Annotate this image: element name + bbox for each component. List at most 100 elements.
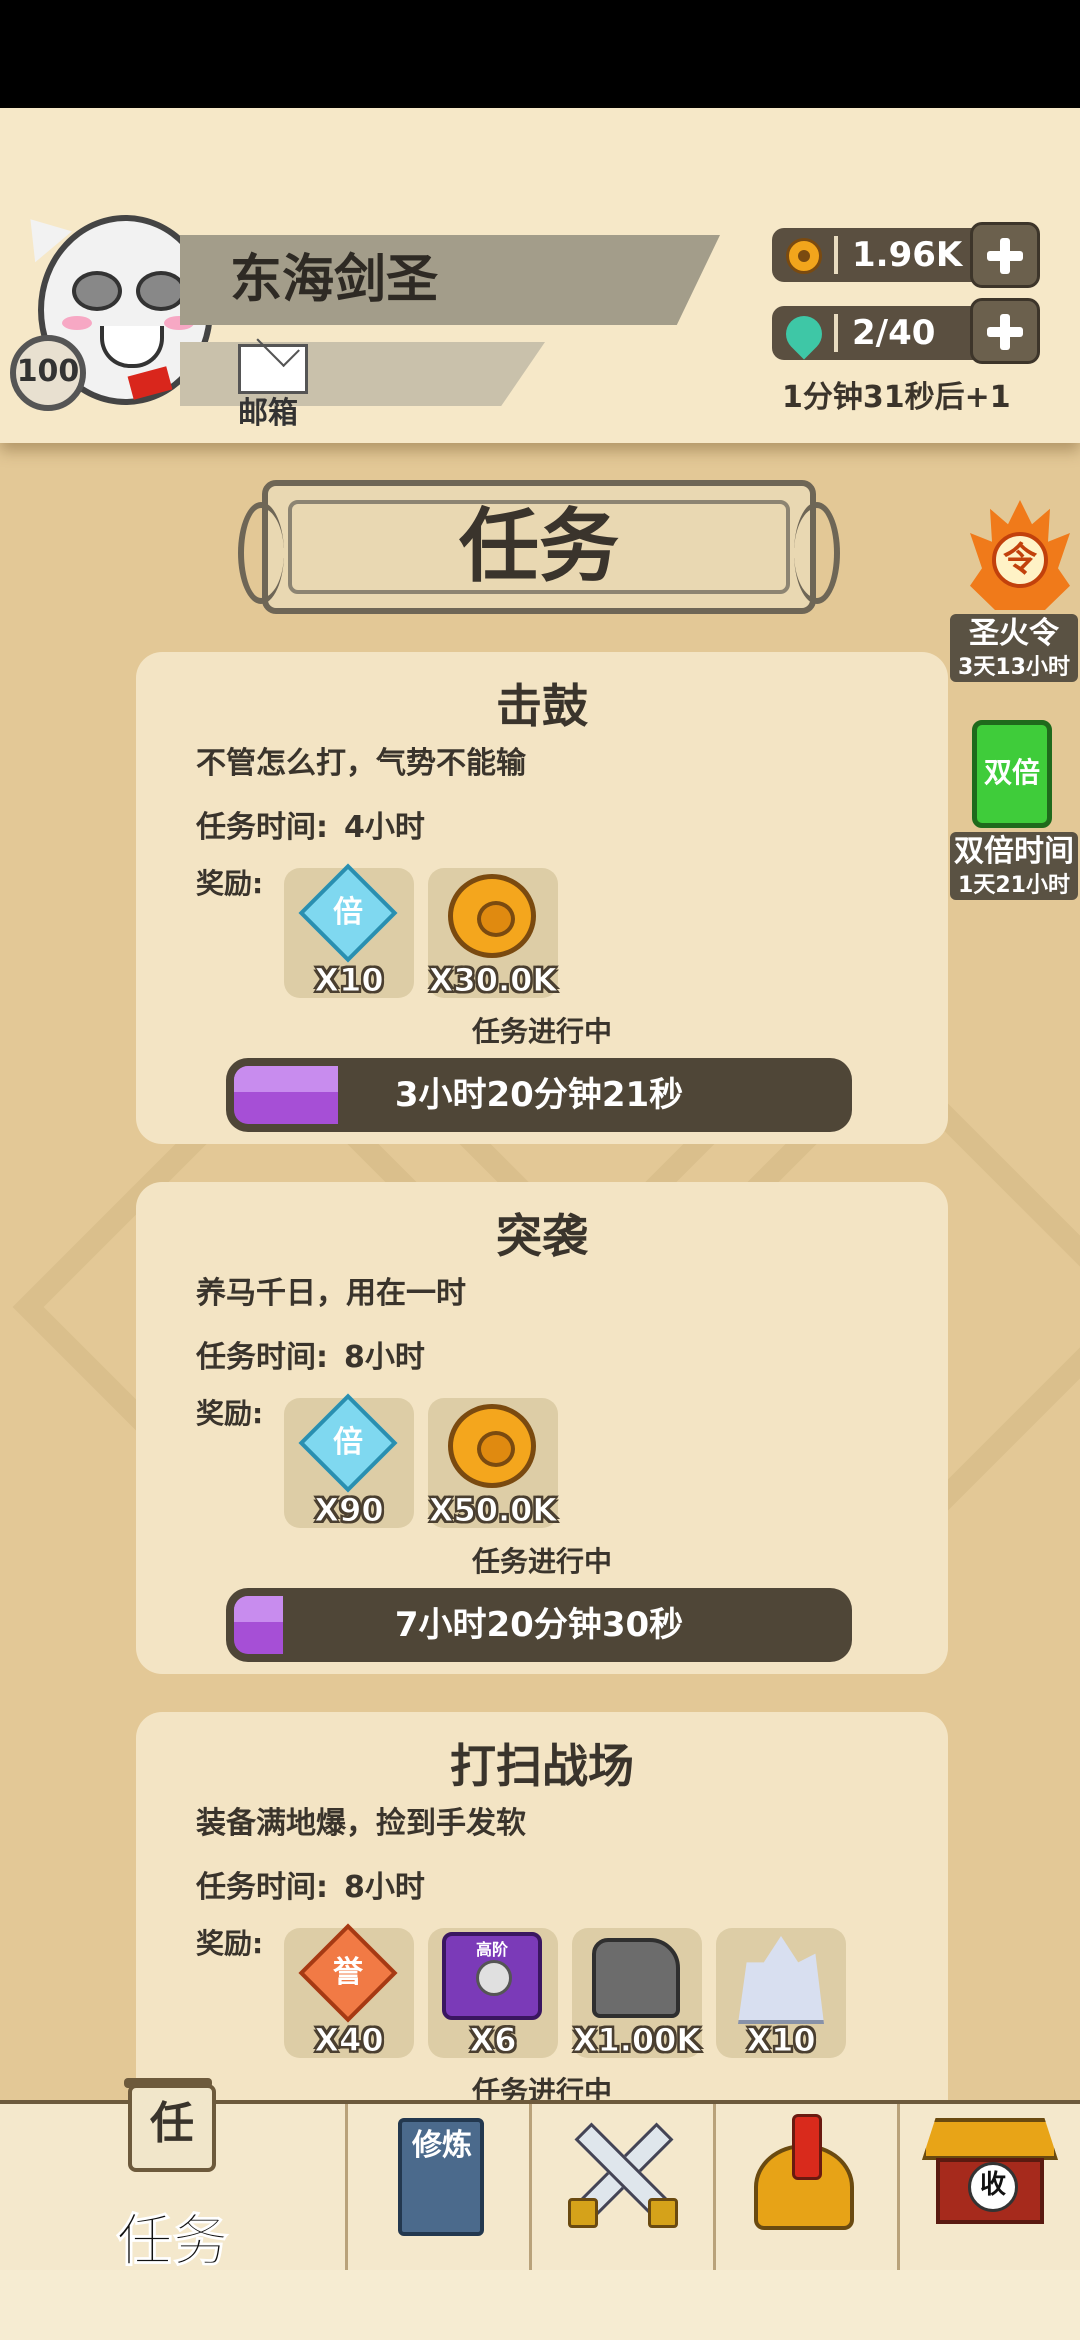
event-badge: 双倍时间 1天21小时 [950, 832, 1078, 900]
reward-count: X1.00K [572, 2021, 702, 2059]
icon-glyph: 倍 [333, 1425, 363, 1460]
crystal-icon [738, 1936, 824, 2024]
helmet-crest [792, 2114, 822, 2180]
temple-collect-icon: 收 [922, 2118, 1058, 2234]
event-timer: 3天13小时 [958, 655, 1070, 680]
nav-tab-battle[interactable] [532, 2104, 716, 2274]
reward-item[interactable]: X10 [716, 1928, 846, 2059]
gold-coin-icon [448, 1404, 536, 1488]
reward-count: X90 [314, 1491, 384, 1529]
task-duration: 8小时 [344, 1870, 425, 1905]
gold-value: 1.96K [852, 235, 963, 275]
game-screen: 100 东海剑圣 邮箱 1.96K 2/40 1分钟31秒后+1 任务 令 圣火… [0, 0, 1080, 2340]
task-time-label: 任务时间: [196, 1340, 328, 1375]
token-seal: 令 [992, 532, 1048, 588]
nav-tab-hero[interactable] [716, 2104, 900, 2274]
double-card-icon: 双倍 [972, 720, 1052, 828]
task-duration: 8小时 [344, 1340, 425, 1375]
sword-hilt [568, 2198, 598, 2228]
icon-glyph: 高阶 [475, 1940, 508, 1959]
bottom-safe-area [0, 2270, 1080, 2340]
bottom-nav: 任 任务 修炼 收 [0, 2078, 1080, 2275]
divider [834, 314, 838, 352]
stamina-value: 2/40 [852, 313, 936, 353]
task-card[interactable]: 打扫战场 装备满地爆，捡到手发软 任务时间: 8小时 奖励: 誉 X40 高阶 … [136, 1712, 948, 2132]
stone-icon [592, 1938, 680, 2018]
task-description: 养马千日，用在一时 [196, 1276, 466, 1311]
reward-label: 奖励: [196, 1397, 264, 1430]
reward-count: X30.0K [428, 961, 558, 999]
reward-count: X40 [314, 2021, 384, 2059]
task-description: 不管怎么打，气势不能输 [196, 746, 526, 781]
remaining-time: 3小时20分钟21秒 [394, 1075, 684, 1115]
task-duration: 4小时 [344, 810, 425, 845]
reward-item[interactable]: 高阶 X6 [428, 1928, 558, 2059]
add-stamina-button[interactable] [970, 298, 1040, 364]
task-status: 任务进行中 [471, 1015, 612, 1048]
avatar-eye [136, 271, 186, 311]
icon-glyph: 收 [968, 2162, 1018, 2212]
task-card[interactable]: 突袭 养马千日，用在一时 任务时间: 8小时 奖励: 倍 X90 X50.0K … [136, 1182, 948, 1674]
reward-label: 奖励: [196, 1927, 264, 1960]
reward-count: X10 [314, 961, 384, 999]
reward-count: X10 [746, 2021, 816, 2059]
reward-count: X6 [469, 2021, 517, 2059]
avatar-eye [72, 271, 122, 311]
mail-envelope-icon[interactable] [238, 344, 308, 394]
crossed-swords-icon [560, 2114, 680, 2234]
player-name: 东海剑圣 [230, 250, 439, 310]
task-description: 装备满地爆，捡到手发软 [196, 1806, 526, 1841]
avatar-blush [62, 316, 92, 330]
task-status: 任务进行中 [471, 1545, 612, 1578]
mail-banner [180, 342, 545, 406]
task-card[interactable]: 击鼓 不管怎么打，气势不能输 任务时间: 4小时 奖励: 倍 X10 X30.0… [136, 652, 948, 1144]
nav-tab-cultivate[interactable]: 修炼 [348, 2104, 532, 2274]
icon-glyph: 誉 [333, 1955, 363, 1990]
coin-icon [786, 238, 822, 274]
mailbox-label[interactable]: 邮箱 [238, 388, 298, 432]
task-time-label: 任务时间: [196, 810, 328, 845]
icon-glyph: 倍 [333, 895, 363, 930]
task-title: 击鼓 [496, 679, 588, 733]
event-double-time[interactable]: 双倍 双倍时间 1天21小时 [950, 720, 1078, 910]
event-label: 双倍时间 [954, 834, 1074, 869]
reward-item[interactable]: 倍 X90 [284, 1393, 414, 1529]
status-bar [0, 0, 1080, 108]
advanced-gear-icon: 高阶 [442, 1932, 542, 2020]
task-title: 打扫战场 [450, 1739, 634, 1793]
helmet-icon [754, 2114, 854, 2234]
event-badge: 圣火令 3天13小时 [950, 614, 1078, 682]
sword-hilt [648, 2198, 678, 2228]
multiplier-diamond-icon: 倍 [298, 863, 398, 963]
reward-item[interactable]: X30.0K [428, 868, 558, 999]
event-holy-fire-token[interactable]: 令 圣火令 3天13小时 [950, 500, 1078, 690]
remaining-time: 7小时20分钟30秒 [394, 1605, 684, 1645]
task-tab-icon: 任 [124, 2078, 216, 2172]
nav-tab-task[interactable]: 任 任务 [0, 2078, 348, 2275]
task-time-label: 任务时间: [196, 1870, 328, 1905]
reward-item[interactable]: X1.00K [572, 1928, 702, 2059]
reward-count: X50.0K [428, 1491, 558, 1529]
reward-item[interactable]: X50.0K [428, 1398, 558, 1529]
divider [834, 236, 838, 274]
add-gold-button[interactable] [970, 222, 1040, 288]
page-title: 任务 [459, 500, 619, 593]
stamina-regen-timer: 1分钟31秒后+1 [782, 380, 1011, 415]
task-progress-bar: 7小时20分钟30秒 [226, 1588, 852, 1662]
reward-item[interactable]: 倍 X10 [284, 863, 414, 999]
avatar-mouth [100, 326, 164, 368]
cultivate-book-icon: 修炼 [398, 2118, 484, 2236]
event-label: 圣火令 [969, 616, 1059, 651]
nav-tab-collect[interactable]: 收 [900, 2104, 1080, 2274]
task-title: 突袭 [496, 1209, 588, 1263]
player-level-badge: 100 [10, 335, 86, 411]
icon-glyph: 修炼 [412, 2128, 472, 2163]
honor-diamond-icon: 誉 [298, 1923, 398, 2023]
nav-tab-label: 任务 [116, 2209, 229, 2275]
teal-drop-icon [778, 308, 830, 360]
multiplier-diamond-icon: 倍 [298, 1393, 398, 1493]
reward-item[interactable]: 誉 X40 [284, 1923, 414, 2059]
task-progress-bar: 3小时20分钟21秒 [226, 1058, 852, 1132]
reward-label: 奖励: [196, 867, 264, 900]
avatar-scarf [127, 366, 173, 400]
